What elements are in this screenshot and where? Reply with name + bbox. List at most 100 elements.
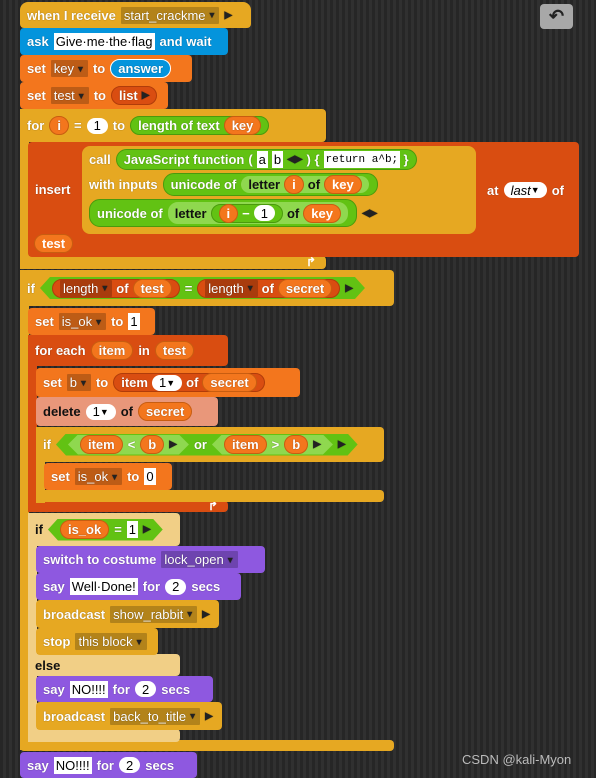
variable-dropdown[interactable]: is_ok xyxy=(74,468,123,485)
block-label: if xyxy=(27,280,35,296)
index-dropdown[interactable]: 1 xyxy=(85,403,116,420)
greater-than-predicate[interactable]: item > b ▶ xyxy=(212,435,333,455)
test-reporter[interactable]: test xyxy=(133,279,172,298)
item-reporter[interactable]: item xyxy=(224,435,267,454)
reporter-label: of xyxy=(186,375,199,390)
if-length-block[interactable]: if lengthoftest = lengthofsecret ▶ xyxy=(20,270,394,306)
broadcast-block[interactable]: broadcast show_rabbit▶ xyxy=(36,600,219,628)
i-reporter[interactable]: i xyxy=(218,203,239,223)
secret-reporter[interactable]: secret xyxy=(278,279,332,298)
unicode-of-reporter[interactable]: unicode of letter i −1 of key xyxy=(89,199,357,227)
ask-block[interactable]: ask Give·me·the·flag and wait xyxy=(20,28,228,55)
set-is-ok-block[interactable]: set is_ok to 0 xyxy=(44,463,172,490)
unicode-of-reporter[interactable]: unicode of letter i of key xyxy=(162,173,378,196)
list-label: list xyxy=(118,88,138,103)
param-b[interactable]: b xyxy=(271,151,284,168)
set-test-block[interactable]: set test to list▶ xyxy=(20,82,168,109)
say-for-secs-block[interactable]: say NO!!!! for 2 secs xyxy=(36,676,213,702)
test-reporter[interactable]: test xyxy=(34,234,74,253)
key-reporter[interactable]: key xyxy=(303,203,341,223)
code-input[interactable]: return a^b; xyxy=(323,151,400,168)
i-reporter[interactable]: i xyxy=(284,175,304,194)
key-reporter[interactable]: key xyxy=(324,175,362,194)
start-input[interactable]: 1 xyxy=(86,117,108,134)
costume-dropdown[interactable]: lock_open xyxy=(161,551,238,568)
variable-dropdown[interactable]: test xyxy=(50,87,89,104)
delete-block[interactable]: delete 1 of secret xyxy=(36,397,218,426)
letter-of-reporter[interactable]: letter i of key xyxy=(240,175,370,194)
minus-reporter[interactable]: i −1 xyxy=(210,203,283,223)
secret-reporter[interactable]: secret xyxy=(138,402,193,421)
length-of-text-reporter[interactable]: length of text key xyxy=(130,116,270,135)
equals-predicate[interactable]: is_ok = 1 ▶ xyxy=(48,519,163,541)
set-b-block[interactable]: set b to item1ofsecret xyxy=(36,368,300,397)
if-or-block[interactable]: if item < b ▶ or item > b ▶ ▶ xyxy=(36,427,384,462)
message-dropdown[interactable]: start_crackme xyxy=(120,6,220,24)
b-reporter[interactable]: b xyxy=(140,435,164,454)
loop-variable[interactable]: i xyxy=(49,116,69,135)
param-a[interactable]: a xyxy=(256,151,268,168)
block-label: stop xyxy=(43,634,71,649)
stop-option-dropdown[interactable]: this block xyxy=(75,633,147,650)
test-reporter[interactable]: test xyxy=(154,341,194,360)
message-dropdown[interactable]: back_to_title xyxy=(110,707,201,725)
variable-dropdown[interactable]: is_ok xyxy=(58,313,107,330)
variable-dropdown[interactable]: b xyxy=(66,374,91,391)
equals-label: = xyxy=(184,280,193,296)
say-for-secs-block[interactable]: say Well·Done! for 2 secs xyxy=(36,573,241,600)
letter-of-reporter[interactable]: letter i −1 of key xyxy=(166,201,349,225)
stop-block[interactable]: stop this block xyxy=(36,628,158,655)
list-reporter[interactable]: list ▶ xyxy=(110,86,158,105)
item-variable[interactable]: item xyxy=(90,341,134,360)
arrows-icon[interactable]: ◀▶ xyxy=(362,208,377,219)
value-input[interactable]: 1 xyxy=(127,521,138,538)
reporter-label: of xyxy=(286,205,300,221)
when-i-receive-block[interactable]: when I receive start_crackme▶ xyxy=(20,2,251,28)
secret-reporter[interactable]: secret xyxy=(202,373,257,392)
answer-reporter[interactable]: answer xyxy=(110,59,172,78)
for-each-block[interactable]: for each item in test xyxy=(28,335,228,366)
block-label: with inputs xyxy=(89,177,158,192)
is-ok-reporter[interactable]: is_ok xyxy=(60,520,109,539)
secs-input[interactable]: 2 xyxy=(135,681,157,697)
undo-button[interactable]: ↶ xyxy=(540,4,573,29)
key-reporter[interactable]: key xyxy=(223,116,262,135)
for-block-bottom xyxy=(20,256,326,269)
block-label: to xyxy=(93,88,106,103)
call-block[interactable]: call JavaScript function ( a b ◀▶ ) { re… xyxy=(82,146,476,234)
message-input[interactable]: Well·Done! xyxy=(69,578,138,595)
variable-dropdown[interactable]: key xyxy=(50,60,88,77)
number-input[interactable]: 1 xyxy=(253,205,275,221)
say-for-secs-block[interactable]: say NO!!!! for 2 secs xyxy=(20,752,197,778)
item-reporter[interactable]: item xyxy=(80,435,123,454)
value-input[interactable]: 1 xyxy=(128,313,140,330)
attribute-dropdown[interactable]: length xyxy=(205,280,257,297)
set-key-block[interactable]: set key to answer xyxy=(20,55,192,82)
insert-tail: at last of xyxy=(480,178,571,202)
message-input[interactable]: NO!!!! xyxy=(53,756,92,774)
b-reporter[interactable]: b xyxy=(284,435,308,454)
block-label: to xyxy=(92,61,106,76)
or-predicate[interactable]: item < b ▶ or item > b ▶ ▶ xyxy=(56,434,358,456)
set-is-ok-block[interactable]: set is_ok to 1 xyxy=(28,308,155,335)
switch-costume-block[interactable]: switch to costume lock_open xyxy=(36,546,265,573)
if-else-block[interactable]: if is_ok = 1 ▶ xyxy=(28,513,180,546)
block-label: set xyxy=(51,469,70,484)
message-dropdown[interactable]: show_rabbit xyxy=(110,605,198,623)
position-dropdown[interactable]: last xyxy=(503,182,547,198)
for-block[interactable]: for i = 1 to length of text key xyxy=(20,109,326,142)
question-input[interactable]: Give·me·the·flag xyxy=(53,33,155,50)
block-label: secs xyxy=(191,579,221,594)
javascript-function-reporter[interactable]: JavaScript function ( a b ◀▶ ) { return … xyxy=(115,149,417,170)
secs-input[interactable]: 2 xyxy=(119,757,141,773)
arrows-icon[interactable]: ◀▶ xyxy=(287,154,302,165)
message-input[interactable]: NO!!!! xyxy=(69,680,108,698)
broadcast-block[interactable]: broadcast back_to_title▶ xyxy=(36,702,222,730)
value-input[interactable]: 0 xyxy=(144,468,156,485)
equals-predicate[interactable]: lengthoftest = lengthofsecret ▶ xyxy=(40,277,365,299)
reporter-label: item xyxy=(121,375,148,390)
index-dropdown[interactable]: 1 xyxy=(151,374,183,391)
less-than-predicate[interactable]: item < b ▶ xyxy=(68,435,189,455)
secs-input[interactable]: 2 xyxy=(165,578,187,595)
attribute-dropdown[interactable]: length xyxy=(60,280,112,297)
